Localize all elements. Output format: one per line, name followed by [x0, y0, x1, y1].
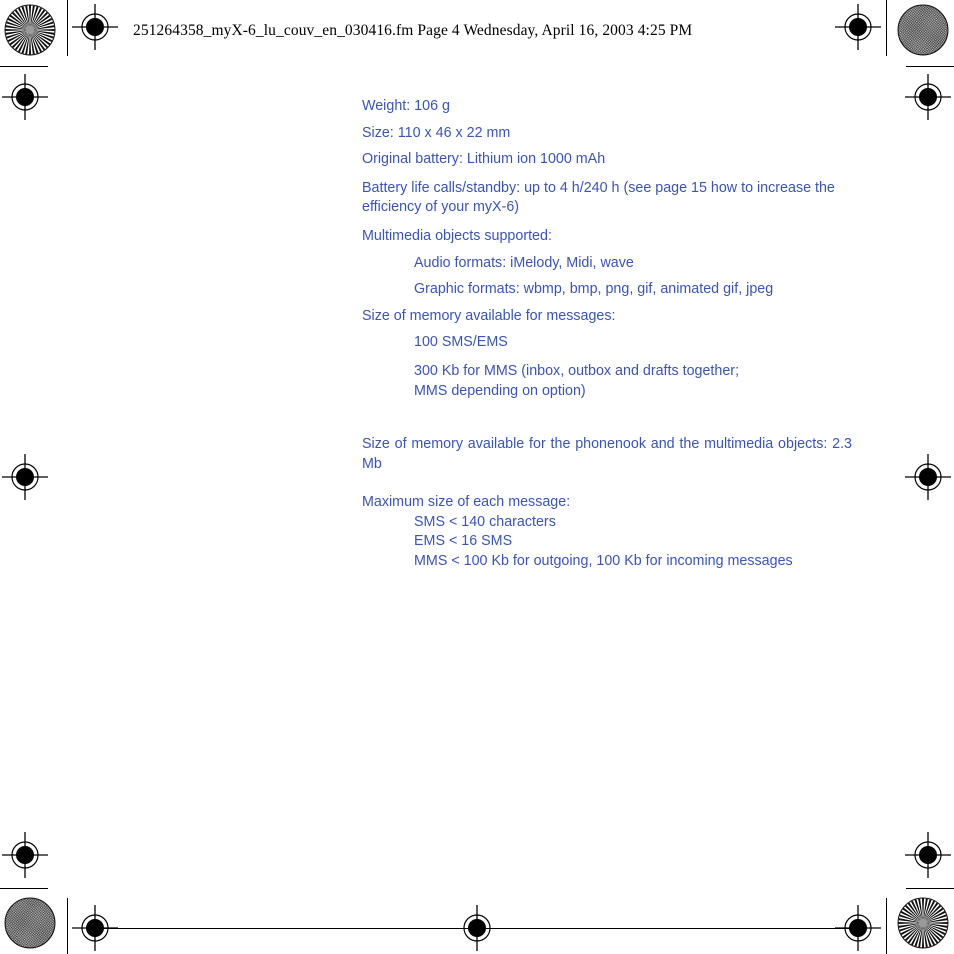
spec-memory-mms-line1: 300 Kb for MMS (inbox, outbox and drafts…	[414, 362, 740, 379]
spec-max-ems: EMS < 16 SMS	[414, 533, 513, 550]
registration-mark-left-bottom	[2, 832, 48, 878]
trim-line-bottom-left-horizontal	[0, 888, 48, 890]
trim-line-top-left-vertical	[67, 0, 69, 56]
registration-mark-right-bottom	[905, 832, 951, 878]
registration-mark-bottom-right	[835, 905, 881, 951]
registration-mark-left-lower	[2, 454, 48, 500]
trim-line-top-right-vertical	[886, 0, 888, 56]
printed-page: 251264358_myX-6_lu_couv_en_030416.fm Pag…	[0, 0, 954, 954]
spec-memory-phonebook: Size of memory available for the phoneno…	[362, 435, 852, 472]
registration-mark-left-upper	[2, 74, 48, 120]
spec-memory-messages-heading: Size of memory available for messages:	[362, 307, 616, 324]
moire-target-top-right	[897, 4, 949, 56]
registration-mark-bottom-left	[72, 905, 118, 951]
registration-mark-top-left	[72, 4, 118, 50]
spec-graphic-formats: Graphic formats: wbmp, bmp, png, gif, an…	[414, 281, 774, 298]
spec-max-size-heading: Maximum size of each message:	[362, 494, 571, 511]
spec-memory-mms: 300 Kb for MMS (inbox, outbox and drafts…	[414, 362, 852, 401]
registration-mark-bottom-center	[454, 905, 500, 951]
spec-max-mms: MMS < 100 Kb for outgoing, 100 Kb for in…	[414, 552, 793, 569]
trim-line-bottom-left-vertical	[67, 898, 69, 954]
registration-mark-right-upper	[905, 74, 951, 120]
star-target-bottom-right	[897, 897, 949, 949]
spec-battery-life: Battery life calls/standby: up to 4 h/24…	[362, 179, 835, 216]
spec-max-size-list: SMS < 140 characters EMS < 16 SMS MMS < …	[414, 513, 852, 571]
trim-line-bottom-right-vertical	[886, 898, 888, 954]
registration-mark-top-right	[835, 4, 881, 50]
specifications-body: Weight: 106 g Size: 110 x 46 x 22 mm Ori…	[362, 98, 852, 571]
spec-size: Size: 110 x 46 x 22 mm	[362, 124, 511, 141]
moire-target-bottom-left	[4, 897, 56, 949]
spec-original-battery: Original battery: Lithium ion 1000 mAh	[362, 151, 606, 167]
trim-line-bottom-right-horizontal	[906, 888, 954, 890]
trim-line-top-left-horizontal	[0, 66, 48, 68]
star-target-top-left	[4, 4, 56, 56]
spec-memory-mms-line2: MMS depending on option)	[414, 382, 586, 399]
header-slug-line: 251264358_myX-6_lu_couv_en_030416.fm Pag…	[133, 22, 693, 39]
registration-mark-right-lower	[905, 454, 951, 500]
spec-multimedia-heading: Multimedia objects supported:	[362, 228, 552, 245]
spec-memory-sms: 100 SMS/EMS	[414, 334, 508, 351]
spacer-before-max-size	[362, 474, 852, 493]
trim-line-top-right-horizontal	[906, 66, 954, 68]
spacer-before-phonebook	[362, 413, 852, 435]
spec-max-sms: SMS < 140 characters	[414, 514, 556, 531]
spec-weight: Weight: 106 g	[362, 98, 450, 114]
spec-audio-formats: Audio formats: iMelody, Midi, wave	[414, 254, 634, 271]
